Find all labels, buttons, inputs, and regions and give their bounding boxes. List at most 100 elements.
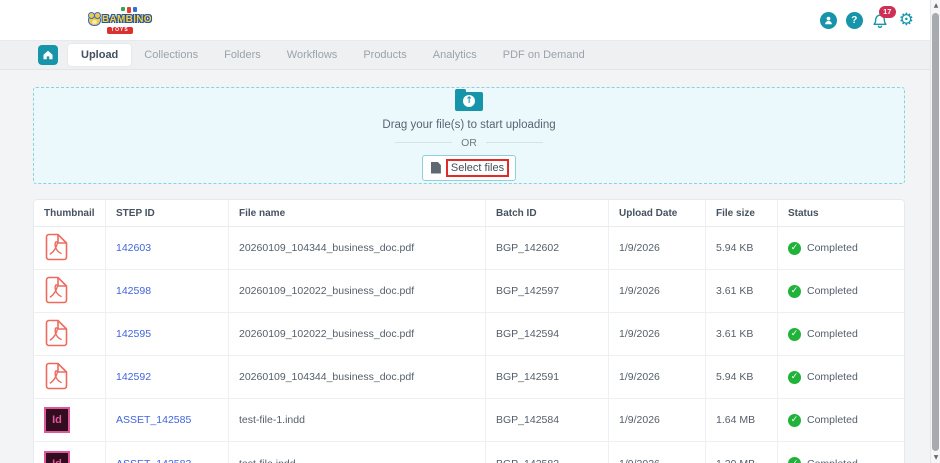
- upload-date-cell: 1/9/2026: [609, 399, 706, 441]
- upload-dropzone[interactable]: ↑ Drag your file(s) to start uploading O…: [33, 87, 905, 184]
- home-button[interactable]: [38, 45, 58, 65]
- folder-upload-icon: ↑: [455, 88, 483, 111]
- status-label: Completed: [807, 371, 858, 383]
- file-size-cell: 1.29 MB: [706, 442, 778, 463]
- batch-id-cell: BGP_142584: [486, 399, 609, 441]
- brand-logo[interactable]: BAMBINO TOYS: [88, 6, 152, 34]
- header-actions: ? 17 ⚙: [819, 0, 914, 41]
- thumbnail-cell: [34, 313, 106, 355]
- user-icon[interactable]: [819, 12, 837, 29]
- file-size-cell: 5.94 KB: [706, 227, 778, 269]
- file-name-cell: test-file.indd: [229, 442, 486, 463]
- step-id-link[interactable]: ASSET_142585: [116, 414, 191, 426]
- logo-blocks-icon: [120, 6, 137, 13]
- table-row: 142603 20260109_104344_business_doc.pdf …: [34, 227, 904, 270]
- table-row: Id ASSET_142585 test-file-1.indd BGP_142…: [34, 399, 904, 442]
- scroll-up-icon[interactable]: ▲: [931, 2, 940, 9]
- main-nav: Upload Collections Folders Workflows Product…: [0, 41, 940, 70]
- tab-upload[interactable]: Upload: [68, 44, 132, 66]
- check-icon: ✓: [788, 413, 801, 427]
- user-glyph: [824, 16, 832, 25]
- pdf-file-icon: [45, 362, 68, 389]
- check-icon: ✓: [788, 370, 801, 384]
- step-id-link[interactable]: 142592: [116, 371, 151, 383]
- table-body: 142603 20260109_104344_business_doc.pdf …: [34, 227, 904, 463]
- tab-products[interactable]: Products: [350, 44, 419, 66]
- upload-date-cell: 1/9/2026: [609, 270, 706, 312]
- batch-id-cell: BGP_142582: [486, 442, 609, 463]
- tab-workflows[interactable]: Workflows: [274, 44, 351, 66]
- column-header: STEP ID: [106, 200, 229, 226]
- pdf-file-icon: [45, 233, 68, 260]
- vertical-scrollbar[interactable]: ▲ ▼: [930, 0, 940, 463]
- check-icon: ✓: [788, 457, 801, 463]
- column-header: Batch ID: [486, 200, 609, 226]
- upload-date-cell: 1/9/2026: [609, 313, 706, 355]
- step-id-link[interactable]: 142595: [116, 328, 151, 340]
- step-id-link[interactable]: 142603: [116, 242, 151, 254]
- select-files-button[interactable]: Select files: [421, 154, 517, 181]
- thumbnail-cell: Id: [34, 399, 106, 441]
- main-content: ↑ Drag your file(s) to start uploading O…: [0, 70, 940, 463]
- step-id-link[interactable]: ASSET_142583: [116, 458, 191, 463]
- column-header: File size: [706, 200, 778, 226]
- or-divider: OR: [395, 137, 543, 149]
- file-size-cell: 3.61 KB: [706, 313, 778, 355]
- thumbnail-cell: [34, 356, 106, 398]
- pdf-file-icon: [45, 276, 68, 303]
- tab-folders[interactable]: Folders: [211, 44, 274, 66]
- notification-badge: 17: [878, 5, 896, 18]
- thumbnail-cell: [34, 270, 106, 312]
- status-label: Completed: [807, 328, 858, 340]
- status-cell: ✓ Completed: [778, 227, 904, 269]
- status-label: Completed: [807, 242, 858, 254]
- scrollbar-thumb[interactable]: [932, 13, 939, 451]
- upload-date-cell: 1/9/2026: [609, 442, 706, 463]
- file-name-cell: 20260109_104344_business_doc.pdf: [229, 356, 486, 398]
- column-header: File name: [229, 200, 486, 226]
- status-label: Completed: [807, 458, 858, 463]
- thumbnail-cell: Id: [34, 442, 106, 463]
- upload-date-cell: 1/9/2026: [609, 227, 706, 269]
- table-row: 142592 20260109_104344_business_doc.pdf …: [34, 356, 904, 399]
- status-cell: ✓ Completed: [778, 270, 904, 312]
- or-label: OR: [461, 136, 477, 149]
- nav-tabs: Upload Collections Folders Workflows Product…: [68, 41, 598, 70]
- status-label: Completed: [807, 414, 858, 426]
- step-id-link[interactable]: 142598: [116, 285, 151, 297]
- file-size-cell: 1.64 MB: [706, 399, 778, 441]
- file-name-cell: 20260109_104344_business_doc.pdf: [229, 227, 486, 269]
- batch-id-cell: BGP_142594: [486, 313, 609, 355]
- step-id-cell: ASSET_142585: [106, 399, 229, 441]
- home-icon: [43, 50, 53, 60]
- step-id-cell: 142592: [106, 356, 229, 398]
- check-icon: ✓: [788, 241, 801, 255]
- batch-id-cell: BGP_142597: [486, 270, 609, 312]
- status-cell: ✓ Completed: [778, 399, 904, 441]
- table-row: 142598 20260109_102022_business_doc.pdf …: [34, 270, 904, 313]
- tab-pdf-on-demand[interactable]: PDF on Demand: [490, 44, 598, 66]
- scroll-down-icon[interactable]: ▼: [931, 454, 940, 461]
- pdf-file-icon: [45, 319, 68, 346]
- check-icon: ✓: [788, 327, 801, 341]
- file-size-cell: 5.94 KB: [706, 356, 778, 398]
- upload-date-cell: 1/9/2026: [609, 356, 706, 398]
- file-name-cell: 20260109_102022_business_doc.pdf: [229, 313, 486, 355]
- brand-name: BAMBINO: [102, 13, 152, 25]
- brand-subtitle: TOYS: [107, 26, 133, 34]
- gear-icon[interactable]: ⚙: [899, 12, 914, 29]
- indesign-file-icon: Id: [44, 407, 70, 433]
- batch-id-cell: BGP_142591: [486, 356, 609, 398]
- notifications-button[interactable]: 17: [872, 5, 896, 33]
- thumbnail-cell: [34, 227, 106, 269]
- step-id-cell: 142603: [106, 227, 229, 269]
- help-icon[interactable]: ?: [845, 12, 863, 29]
- uploads-table: Thumbnail STEP ID File name Batch ID Upload …: [33, 199, 905, 463]
- tab-collections[interactable]: Collections: [131, 44, 211, 66]
- check-icon: ✓: [788, 284, 801, 298]
- step-id-cell: ASSET_142583: [106, 442, 229, 463]
- status-cell: ✓ Completed: [778, 356, 904, 398]
- tab-analytics[interactable]: Analytics: [420, 44, 490, 66]
- batch-id-cell: BGP_142602: [486, 227, 609, 269]
- drag-instruction: Drag your file(s) to start uploading: [382, 118, 556, 131]
